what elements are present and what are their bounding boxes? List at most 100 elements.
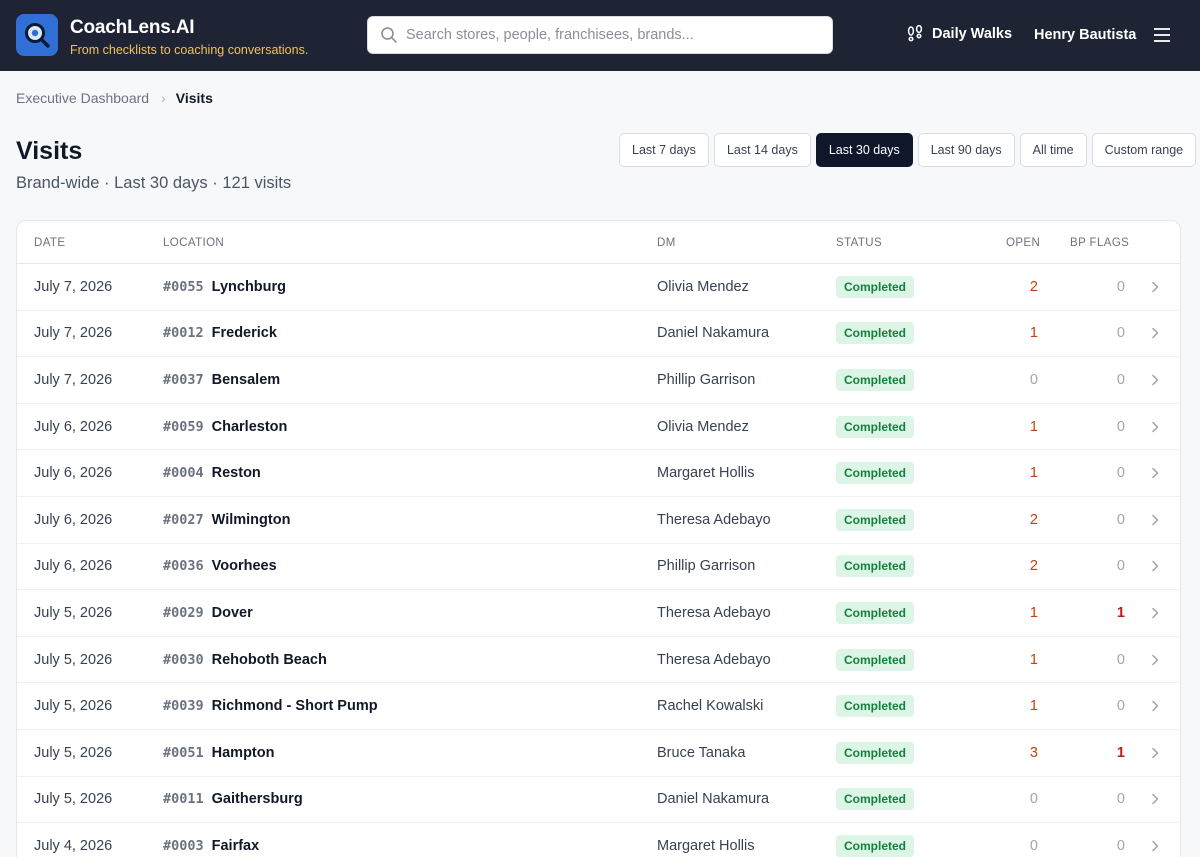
column-header-open[interactable]: OPEN — [1006, 237, 1040, 249]
table-row[interactable]: July 6, 2026 #0036 Voorhees Phillip Garriso… — [17, 544, 1180, 591]
table-row[interactable]: July 7, 2026 #0012 Frederick Daniel Nakamur… — [17, 311, 1180, 358]
table-row[interactable]: July 6, 2026 #0027 Wilmington Theresa Adeba… — [17, 497, 1180, 544]
location-cell[interactable]: #0036 Voorhees — [163, 558, 277, 574]
location-cell[interactable]: #0051 Hampton — [163, 745, 274, 761]
district-manager: Bruce Tanaka — [657, 744, 746, 761]
status-badge: Completed — [836, 834, 915, 857]
page-subtitle: Brand-wide · Last 30 days · 121 visits — [16, 174, 292, 192]
store-city: Fairfax — [211, 837, 260, 854]
status-badge: Completed — [836, 462, 915, 485]
location-cell[interactable]: #0029 Dover — [163, 605, 253, 621]
range-custom[interactable]: Custom range — [1091, 133, 1197, 167]
store-number: #0027 — [163, 511, 204, 528]
location-cell[interactable]: #0037 Bensalem — [163, 372, 280, 388]
range-last-14-days[interactable]: Last 14 days — [713, 133, 811, 167]
status-badge: Completed — [836, 648, 915, 671]
column-header-location[interactable]: LOCATION — [163, 237, 224, 249]
location-cell[interactable]: #0055 Lynchburg — [163, 279, 286, 295]
chevron-right-icon — [1152, 561, 1159, 572]
status-badge: Completed — [836, 601, 915, 624]
table-row[interactable]: July 5, 2026 #0039 Richmond - Short Pump Ra… — [17, 683, 1180, 730]
location-cell[interactable]: #0059 Charleston — [163, 419, 287, 435]
chevron-right-icon — [1152, 700, 1159, 712]
status-badge: Completed — [836, 741, 915, 764]
location-cell[interactable]: #0011 Gaithersburg — [163, 791, 303, 807]
visits-table: DATE LOCATION DM STATUS OPEN BP FLAGS Ju… — [16, 220, 1181, 857]
status-badge: Completed — [836, 695, 915, 718]
range-all-time[interactable]: All time — [1019, 133, 1087, 167]
store-number: #0011 — [163, 791, 204, 808]
range-last-7-days[interactable]: Last 7 days — [619, 133, 709, 167]
location-cell[interactable]: #0004 Reston — [163, 465, 261, 481]
table-row[interactable]: July 5, 2026 #0051 Hampton Bruce Tanaka Comp… — [17, 730, 1180, 777]
bp-flags-count: 0 — [1116, 558, 1125, 575]
open-count: 0 — [1029, 837, 1038, 854]
location-cell[interactable]: #0003 Fairfax — [163, 838, 259, 854]
status-badge: Completed — [836, 275, 915, 298]
search-box[interactable] — [367, 16, 833, 54]
table-row[interactable]: July 7, 2026 #0055 Lynchburg Olivia Mendez C… — [17, 264, 1180, 311]
table-row[interactable]: July 5, 2026 #0030 Rehoboth Beach Theresa A… — [17, 637, 1180, 684]
bp-flags-count: 0 — [1116, 651, 1125, 668]
breadcrumb-current: Visits — [175, 90, 213, 106]
store-number: #0004 — [163, 465, 204, 482]
visit-date: July 5, 2026 — [34, 604, 113, 621]
daily-walks-link[interactable]: Daily Walks — [906, 25, 1012, 43]
search-icon — [381, 27, 397, 43]
chevron-right-icon: › — [161, 90, 166, 106]
open-count: 1 — [1029, 651, 1038, 668]
status-badge: Completed — [836, 508, 915, 531]
district-manager: Rachel Kowalski — [657, 698, 764, 715]
location-cell[interactable]: #0012 Frederick — [163, 325, 277, 341]
bp-flags-count: 0 — [1116, 698, 1125, 715]
location-cell[interactable]: #0027 Wilmington — [163, 512, 290, 528]
visit-date: July 6, 2026 — [34, 465, 113, 482]
store-city: Bensalem — [211, 371, 281, 388]
footprints-icon — [907, 25, 923, 42]
brand-name[interactable]: CoachLens.AI — [70, 17, 194, 39]
bp-flags-count: 0 — [1116, 837, 1125, 854]
range-last-30-days[interactable]: Last 30 days — [815, 133, 913, 167]
district-manager: Theresa Adebayo — [657, 604, 771, 621]
table-row[interactable]: July 6, 2026 #0004 Reston Margaret Hollis Co… — [17, 450, 1180, 497]
store-number: #0055 — [163, 278, 204, 295]
visit-date: July 5, 2026 — [34, 744, 113, 761]
hamburger-menu-icon[interactable] — [1153, 26, 1171, 44]
table-row[interactable]: July 6, 2026 #0059 Charleston Olivia Mendez… — [17, 404, 1180, 451]
column-header-status[interactable]: STATUS — [836, 237, 882, 249]
table-row[interactable]: July 4, 2026 #0003 Fairfax Margaret Hollis C… — [17, 823, 1180, 857]
store-number: #0012 — [163, 325, 204, 342]
page-title: Visits — [16, 137, 83, 165]
location-cell[interactable]: #0039 Richmond - Short Pump — [163, 698, 378, 714]
chevron-right-icon — [1152, 840, 1159, 852]
magnifier-logo-icon[interactable] — [16, 14, 58, 56]
table-row[interactable]: July 7, 2026 #0037 Bensalem Phillip Garriso… — [17, 357, 1180, 404]
store-city: Wilmington — [211, 511, 291, 528]
visit-date: July 7, 2026 — [34, 371, 113, 388]
search-input[interactable] — [406, 27, 832, 43]
district-manager: Phillip Garrison — [657, 558, 756, 575]
chevron-right-icon — [1152, 374, 1159, 386]
visit-date: July 6, 2026 — [34, 511, 113, 528]
status-badge: Completed — [836, 415, 915, 438]
store-city: Lynchburg — [211, 278, 287, 295]
chevron-right-icon — [1152, 607, 1159, 619]
chevron-right-icon — [1152, 747, 1159, 759]
district-manager: Margaret Hollis — [657, 837, 755, 854]
range-last-90-days[interactable]: Last 90 days — [917, 133, 1015, 167]
bp-flags-count: 0 — [1116, 371, 1125, 388]
column-header-date[interactable]: DATE — [34, 237, 65, 249]
chevron-right-icon — [1152, 421, 1159, 432]
breadcrumb-executive-dashboard[interactable]: Executive Dashboard — [16, 90, 149, 106]
store-city: Hampton — [211, 744, 275, 761]
column-header-bp-flags[interactable]: BP FLAGS — [1070, 237, 1129, 249]
table-row[interactable]: July 5, 2026 #0029 Dover Theresa Adebayo Com… — [17, 590, 1180, 637]
open-count: 0 — [1029, 371, 1038, 388]
location-cell[interactable]: #0030 Rehoboth Beach — [163, 652, 327, 668]
user-menu[interactable]: Henry Bautista — [1034, 27, 1136, 43]
district-manager: Daniel Nakamura — [657, 325, 770, 342]
table-row[interactable]: July 5, 2026 #0011 Gaithersburg Daniel Naka… — [17, 777, 1180, 824]
column-header-dm[interactable]: DM — [657, 237, 676, 249]
district-manager: Phillip Garrison — [657, 371, 756, 388]
bp-flags-count: 0 — [1116, 465, 1125, 482]
